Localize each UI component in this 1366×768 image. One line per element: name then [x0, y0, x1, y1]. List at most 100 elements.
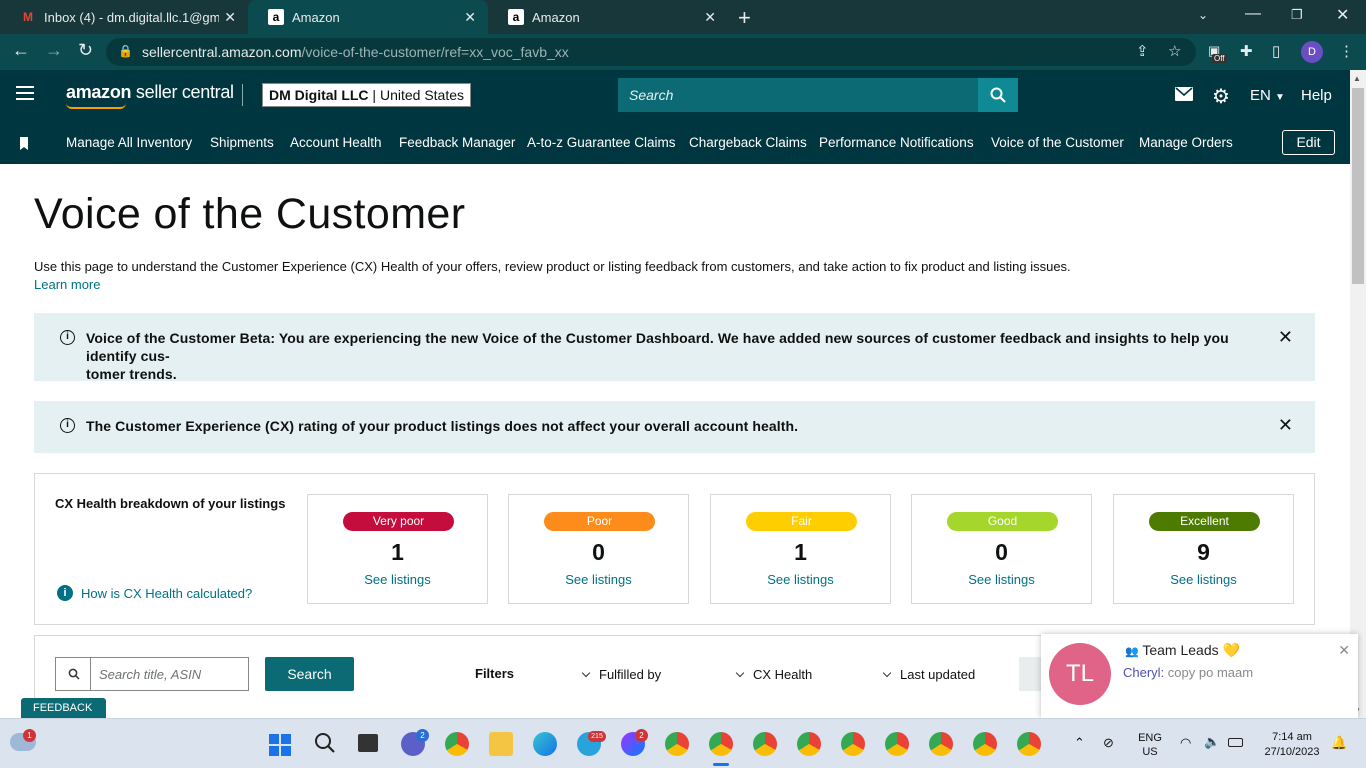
amazon-icon: a: [508, 9, 524, 25]
chrome-profile-icon[interactable]: [709, 732, 733, 756]
close-alert-icon[interactable]: ✕: [1278, 415, 1293, 436]
taskbar-search-icon[interactable]: [314, 732, 336, 759]
task-view-icon[interactable]: [358, 734, 378, 752]
close-alert-icon[interactable]: ✕: [1278, 327, 1293, 348]
feedback-tab[interactable]: FEEDBACK ✕: [21, 698, 106, 735]
close-window-icon[interactable]: ✕: [1336, 5, 1349, 25]
beta-alert-text: Voice of the Customer Beta: You are expe…: [86, 330, 1229, 382]
close-tab-icon[interactable]: ✕: [464, 9, 476, 26]
show-hidden-icons-chevron[interactable]: ⌃: [1074, 735, 1085, 751]
header-search-button[interactable]: [978, 78, 1018, 112]
see-listings-link[interactable]: See listings: [1114, 572, 1293, 587]
nav-manage-orders[interactable]: Manage Orders: [1139, 135, 1233, 150]
wifi-icon[interactable]: ◠: [1180, 735, 1191, 751]
scrollbar-thumb[interactable]: [1352, 88, 1364, 284]
chrome-profile-icon[interactable]: [1017, 732, 1041, 756]
nav-a-to-z-claims[interactable]: A-to-z Guarantee Claims: [527, 135, 676, 150]
nav-account-health[interactable]: Account Health: [290, 135, 382, 150]
chrome-profile-icon[interactable]: [841, 732, 865, 756]
reload-icon[interactable]: ↻: [78, 40, 93, 61]
edge-icon[interactable]: [533, 732, 557, 756]
vpn-status-icon[interactable]: ⊘: [1103, 735, 1114, 751]
chrome-profile-icon[interactable]: [885, 732, 909, 756]
fulfilled-by-dropdown[interactable]: Fulfilled by: [581, 667, 661, 682]
chrome-profile-icon[interactable]: [973, 732, 997, 756]
cx-health-breakdown: CX Health breakdown of your listings i H…: [34, 473, 1315, 625]
search-icon: [990, 87, 1006, 103]
chat-group-name: 👥 Team Leads 💛: [1125, 642, 1240, 658]
side-panel-icon[interactable]: ▯: [1272, 42, 1280, 60]
tab-title: Amazon: [532, 9, 580, 25]
nav-chargeback-claims[interactable]: Chargeback Claims: [689, 135, 807, 150]
seller-central-logo[interactable]: amazon seller central: [66, 82, 234, 103]
tab-title: Inbox (4) - dm.digital.llc.1@gma: [44, 9, 219, 25]
keyboard-language[interactable]: ENG US: [1137, 731, 1163, 759]
nav-performance-notifications[interactable]: Performance Notifications: [819, 135, 974, 150]
see-listings-link[interactable]: See listings: [509, 572, 688, 587]
tab-amazon-active[interactable]: a Amazon ✕: [248, 0, 488, 34]
extensions-puzzle-icon[interactable]: ✚: [1240, 42, 1253, 60]
minimize-icon[interactable]: —: [1245, 5, 1261, 23]
close-tab-icon[interactable]: ✕: [704, 9, 716, 26]
cx-rating-alert: i The Customer Experience (CX) rating of…: [34, 401, 1315, 453]
chrome-icon[interactable]: [445, 732, 469, 756]
account-switcher[interactable]: DM Digital LLC | United States: [262, 83, 472, 107]
see-listings-link[interactable]: See listings: [912, 572, 1091, 587]
chevron-down-icon: [581, 668, 591, 678]
taskbar-clock[interactable]: 7:14 am 27/10/2023: [1252, 730, 1332, 760]
share-icon[interactable]: ⇪: [1136, 42, 1149, 60]
nav-feedback-manager[interactable]: Feedback Manager: [399, 135, 515, 150]
tab-search-icon[interactable]: ⌄: [1198, 8, 1208, 22]
see-listings-link[interactable]: See listings: [308, 572, 487, 587]
bookmark-star-icon[interactable]: ☆: [1168, 42, 1181, 60]
nav-manage-all-inventory[interactable]: Manage All Inventory: [66, 135, 192, 150]
cx-count: 9: [1197, 539, 1210, 565]
active-app-indicator: [713, 763, 729, 766]
help-link[interactable]: Help: [1301, 87, 1332, 104]
url-field[interactable]: 🔒 sellercentral.amazon.com/voice-of-the-…: [106, 38, 1196, 66]
learn-more-link[interactable]: Learn more: [34, 277, 100, 292]
edit-nav-button[interactable]: Edit: [1282, 130, 1335, 155]
scroll-up-icon[interactable]: ▲: [1353, 74, 1361, 83]
tab-amazon[interactable]: a Amazon ✕: [488, 0, 728, 34]
listing-search-button[interactable]: Search: [265, 657, 354, 691]
cx-health-dropdown[interactable]: CX Health: [735, 667, 812, 682]
profile-avatar[interactable]: D: [1301, 41, 1323, 63]
language-selector[interactable]: EN ▼: [1250, 87, 1285, 104]
back-icon[interactable]: ←: [12, 40, 30, 61]
cx-health-calculation-link[interactable]: i How is CX Health calculated?: [57, 585, 252, 601]
chevron-down-icon: [882, 668, 892, 678]
cx-card-poor: Poor 0 See listings: [508, 494, 689, 604]
settings-gear-icon[interactable]: ⚙: [1212, 84, 1230, 109]
browser-menu-icon[interactable]: ⋮: [1339, 42, 1354, 60]
see-listings-link[interactable]: See listings: [711, 572, 890, 587]
group-icon: 👥: [1125, 646, 1139, 658]
chrome-profile-icon[interactable]: [753, 732, 777, 756]
chrome-profile-icon[interactable]: [665, 732, 689, 756]
extension-off-icon[interactable]: ▣ Off: [1208, 42, 1227, 63]
nav-shipments[interactable]: Shipments: [210, 135, 274, 150]
page-title: Voice of the Customer: [34, 190, 466, 238]
nav-voice-of-the-customer[interactable]: Voice of the Customer: [991, 135, 1124, 150]
bookmark-icon[interactable]: [20, 137, 28, 150]
volume-icon[interactable]: 🔈: [1204, 734, 1220, 750]
close-tab-icon[interactable]: ✕: [224, 9, 236, 26]
tab-gmail[interactable]: M Inbox (4) - dm.digital.llc.1@gma ✕: [0, 0, 248, 34]
last-updated-dropdown[interactable]: Last updated: [882, 667, 975, 682]
chrome-profile-icon[interactable]: [797, 732, 821, 756]
notification-bell-icon[interactable]: 🔔: [1331, 735, 1347, 751]
chrome-profile-icon[interactable]: [929, 732, 953, 756]
listing-search-input[interactable]: Search title, ASIN: [90, 657, 249, 691]
windows-start-icon[interactable]: [269, 734, 291, 756]
close-notification-icon[interactable]: ✕: [1338, 642, 1350, 659]
restore-icon[interactable]: ❐: [1291, 7, 1303, 23]
cx-rating-badge: Poor: [544, 512, 655, 531]
mail-icon[interactable]: [1175, 87, 1193, 106]
chat-notification[interactable]: TL 👥 Team Leads 💛 Cheryl: copy po maam ✕: [1041, 634, 1358, 718]
new-tab-icon[interactable]: +: [738, 5, 751, 31]
forward-icon[interactable]: →: [45, 40, 63, 61]
hamburger-menu-icon[interactable]: [16, 86, 34, 104]
header-search-input[interactable]: Search: [618, 78, 978, 112]
battery-icon[interactable]: [1228, 738, 1243, 747]
file-explorer-icon[interactable]: [489, 732, 513, 756]
